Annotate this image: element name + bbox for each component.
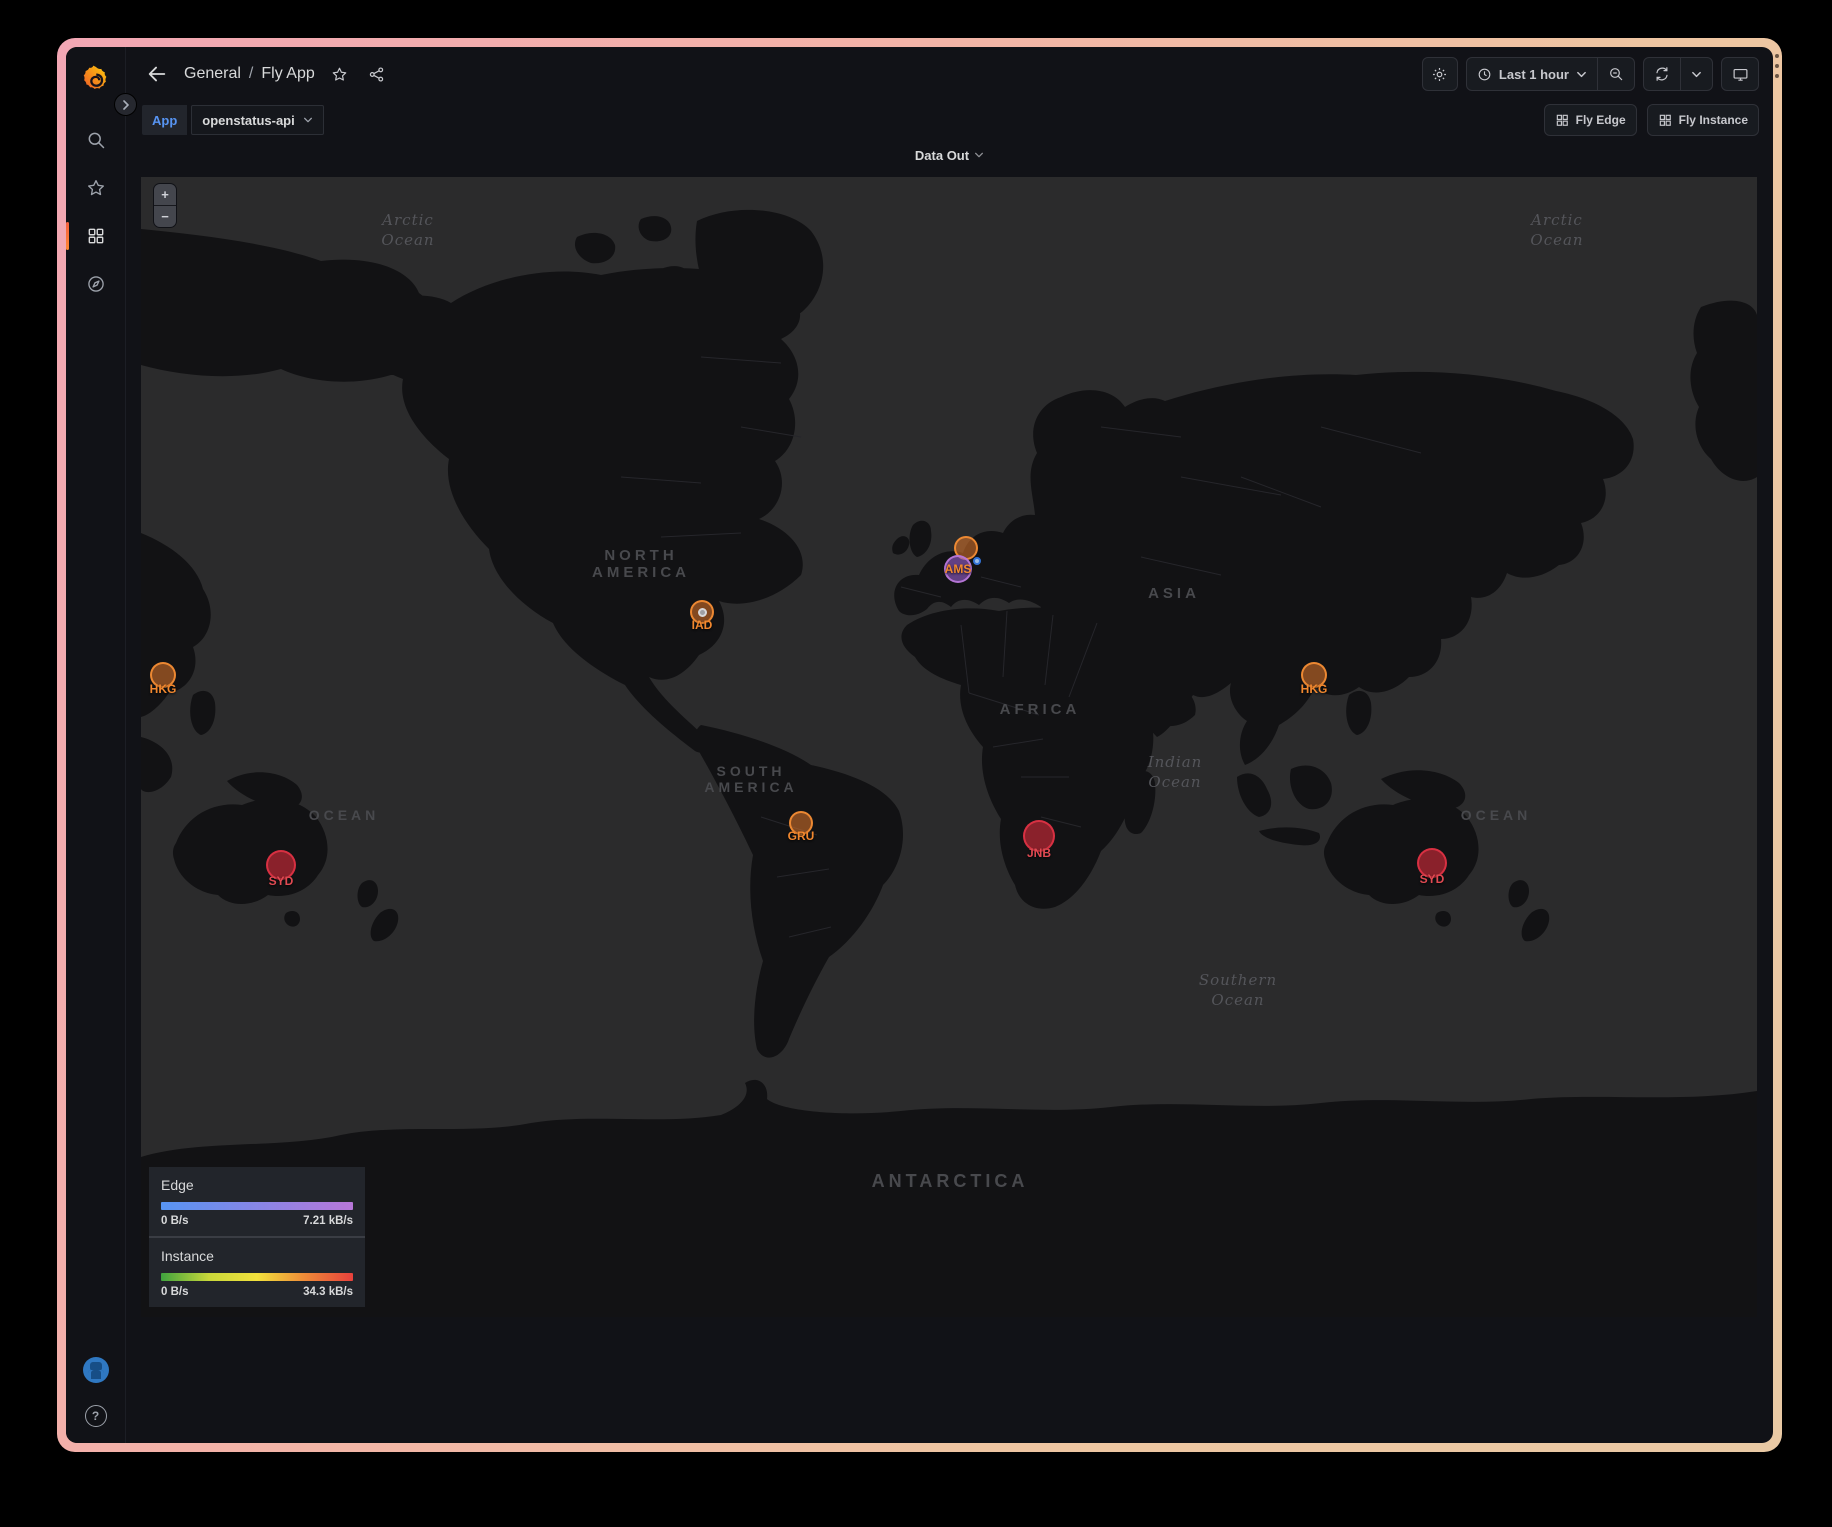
legend-gradient-bar-instance (161, 1273, 353, 1281)
zoom-out-time-button[interactable] (1598, 58, 1634, 90)
marker-label: HKG (150, 682, 177, 696)
sidebar-item-search[interactable] (66, 123, 125, 157)
star-icon (86, 178, 106, 198)
sidebar-item-explore[interactable] (66, 267, 125, 301)
monitor-icon (1732, 66, 1749, 83)
chevron-down-icon (1691, 69, 1702, 80)
breadcrumb-dashboard: Fly App (261, 65, 314, 83)
time-range-picker[interactable]: Last 1 hour (1467, 58, 1597, 90)
dashboards-grid-icon (86, 226, 106, 246)
panel-title-menu[interactable]: Data Out (126, 139, 1773, 171)
fly-edge-link-button[interactable]: Fly Edge (1544, 104, 1637, 136)
fly-instance-label: Fly Instance (1679, 113, 1748, 127)
map-marker-gru[interactable]: GRU (789, 811, 813, 835)
legend-max: 7.21 kB/s (303, 1215, 353, 1227)
map-legend: Edge 0 B/s 7.21 kB/s Instance 0 B/s 34.3… (149, 1167, 365, 1307)
marker-label: AMS (945, 562, 972, 576)
gear-icon (1431, 66, 1448, 83)
variable-app-label[interactable]: App (142, 105, 187, 135)
favorite-star-button[interactable] (327, 62, 352, 87)
chevron-down-icon (303, 115, 313, 125)
map-marker-hkg[interactable]: HKG (150, 662, 176, 688)
refresh-interval-dropdown[interactable] (1681, 58, 1712, 90)
marker-label: HKG (1301, 682, 1328, 696)
kiosk-mode-button[interactable] (1721, 57, 1759, 91)
legend-min: 0 B/s (161, 1215, 189, 1227)
marker-label: IAD (692, 618, 713, 632)
map-zoom-out-button[interactable]: − (154, 206, 176, 227)
window-frame: ? General / Fly App (57, 38, 1782, 1452)
instance-dot (698, 608, 707, 617)
marker-label: JNB (1027, 846, 1051, 860)
time-range-label: Last 1 hour (1499, 67, 1569, 82)
legend-section-instance: Instance 0 B/s 34.3 kB/s (149, 1236, 365, 1307)
breadcrumb-separator: / (249, 65, 253, 83)
map-marker-ams[interactable]: AMS (944, 555, 972, 583)
map-marker-syd[interactable]: SYD (1417, 848, 1447, 878)
panel-title: Data Out (915, 148, 969, 163)
variables-bar: App openstatus-api (126, 101, 1773, 139)
map-marker-iad[interactable]: IAD (690, 600, 714, 624)
map-marker[interactable] (973, 557, 981, 565)
chevron-down-icon (974, 150, 984, 160)
dashboard-settings-button[interactable] (1422, 57, 1458, 91)
magnifier-minus-icon (1608, 66, 1624, 82)
map-marker-syd[interactable]: SYD (266, 850, 296, 880)
refresh-button[interactable] (1644, 58, 1680, 90)
time-picker-group: Last 1 hour (1466, 57, 1635, 91)
compass-icon (86, 274, 106, 294)
clock-icon (1477, 67, 1492, 82)
back-button[interactable] (142, 59, 172, 89)
world-map (141, 177, 1757, 1317)
share-button[interactable] (364, 62, 389, 87)
sidebar: ? (66, 47, 126, 1443)
map-zoom-controls: + − (153, 183, 177, 228)
fly-edge-label: Fly Edge (1576, 113, 1626, 127)
marker-label: SYD (269, 874, 294, 888)
dashboard-grid-icon (1555, 113, 1569, 127)
grafana-logo-icon[interactable] (80, 65, 112, 97)
frame-drag-dots (1773, 54, 1780, 78)
marker-label: GRU (788, 829, 815, 843)
sidebar-expand-button[interactable] (114, 93, 137, 116)
legend-title: Edge (161, 1177, 353, 1193)
refresh-group (1643, 57, 1713, 91)
variable-app-value: openstatus-api (202, 113, 294, 128)
breadcrumb: General / Fly App (184, 65, 315, 83)
chevron-down-icon (1576, 69, 1587, 80)
sidebar-item-dashboards[interactable] (66, 219, 125, 253)
marker-label: SYD (1420, 872, 1445, 886)
landmasses (141, 210, 1757, 1317)
main-area: General / Fly App (126, 47, 1773, 1443)
fly-instance-link-button[interactable]: Fly Instance (1647, 104, 1759, 136)
map-marker-jnb[interactable]: JNB (1023, 820, 1055, 852)
geomap[interactable]: + − Edge 0 B/s 7.21 kB/s Instance (141, 177, 1757, 1317)
map-zoom-in-button[interactable]: + (154, 184, 176, 205)
dashboard-grid-icon (1658, 113, 1672, 127)
breadcrumb-folder[interactable]: General (184, 65, 241, 83)
legend-max: 34.3 kB/s (303, 1286, 353, 1298)
grafana-app: ? General / Fly App (66, 47, 1773, 1443)
legend-min: 0 B/s (161, 1286, 189, 1298)
dashboard-header: General / Fly App (126, 47, 1773, 101)
user-avatar[interactable] (83, 1357, 109, 1383)
legend-title: Instance (161, 1248, 353, 1264)
sidebar-item-starred[interactable] (66, 171, 125, 205)
map-marker-hkg[interactable]: HKG (1301, 662, 1327, 688)
search-icon (86, 130, 106, 150)
help-icon[interactable]: ? (85, 1405, 107, 1427)
legend-gradient-bar-edge (161, 1202, 353, 1210)
legend-section-edge: Edge 0 B/s 7.21 kB/s (149, 1167, 365, 1236)
variable-app-value-dropdown[interactable]: openstatus-api (191, 105, 323, 135)
refresh-icon (1654, 66, 1670, 82)
